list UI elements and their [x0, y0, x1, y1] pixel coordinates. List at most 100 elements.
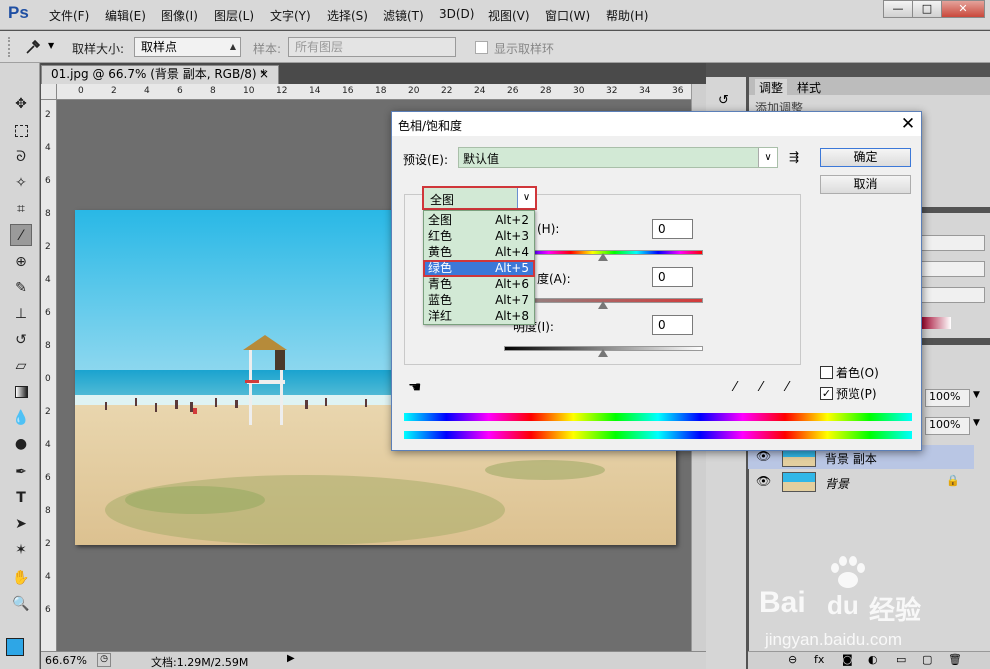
dropdown-item[interactable]: 洋红 Alt+8 [425, 308, 533, 324]
history-icon[interactable]: ↺ [718, 93, 729, 108]
menu-image[interactable]: 图像(I) [161, 7, 198, 24]
dropdown-item[interactable]: 全图 Alt+2 [425, 212, 533, 228]
chevron-down-icon[interactable]: ∨ [517, 188, 535, 208]
options-grip [8, 37, 20, 57]
eraser-tool-icon[interactable]: ▱ [10, 355, 32, 377]
chevron-down-icon[interactable]: ∨ [758, 148, 777, 167]
ok-button[interactable]: 确定 [820, 148, 911, 167]
gradient-tool-icon[interactable] [10, 381, 32, 403]
menu-layer[interactable]: 图层(L) [214, 7, 254, 24]
targeted-adjustment-hand-icon[interactable]: ☚ [408, 378, 421, 396]
eyedropper-tool-icon[interactable] [24, 39, 44, 55]
sample-select[interactable]: 所有图层 [288, 37, 456, 57]
foreground-color-swatch[interactable] [6, 638, 24, 656]
menu-3d[interactable]: 3D(D) [439, 7, 474, 21]
crop-tool-icon[interactable]: ⌗ [10, 198, 32, 220]
type-tool-icon[interactable]: T [10, 487, 32, 509]
ruler-tick-label: 4 [45, 275, 51, 285]
visibility-eye-icon[interactable]: 👁 [756, 449, 771, 463]
channel-select[interactable]: 全图 ∨ [422, 186, 537, 210]
dropdown-item-selected[interactable]: 绿色 Alt+5 [423, 260, 535, 277]
layer-name[interactable]: 背景 副本 [825, 450, 877, 467]
show-ring-checkbox[interactable] [475, 41, 488, 54]
preview-checkbox[interactable]: ✓ [820, 387, 833, 400]
tab-styles[interactable]: 样式 [793, 79, 825, 96]
move-tool-icon[interactable]: ✥ [10, 93, 32, 115]
opacity-field[interactable]: 100% [925, 389, 970, 407]
dropdown-item[interactable]: 红色 Alt+3 [425, 228, 533, 244]
saturation-input[interactable]: 0 [652, 267, 693, 287]
ruler-tick-label: 2 [45, 407, 51, 417]
document-tab[interactable]: 01.jpg @ 66.7% (背景 副本, RGB/8) * × [41, 65, 279, 84]
menu-view[interactable]: 视图(V) [488, 7, 530, 24]
menu-window[interactable]: 窗口(W) [545, 7, 590, 24]
fill-dropdown-icon[interactable]: ▼ [973, 418, 980, 428]
color-bar-top [404, 413, 912, 421]
shape-tool-icon[interactable]: ✶ [10, 539, 32, 561]
eyedropper-minus-icon[interactable]: ⁄ [786, 380, 788, 395]
ruler-tick-label: 24 [474, 86, 486, 96]
status-info-icon[interactable]: ◷ [97, 653, 111, 667]
layer-name[interactable]: 背景 [825, 475, 849, 492]
ruler-tick-label: 4 [144, 86, 150, 96]
dropdown-item[interactable]: 青色 Alt+6 [425, 276, 533, 292]
lightness-slider-thumb[interactable] [598, 349, 608, 357]
cancel-button[interactable]: 取消 [820, 175, 911, 194]
panel-field[interactable] [921, 235, 985, 251]
maximize-button[interactable]: □ [912, 0, 942, 18]
quick-selection-tool-icon[interactable]: ✧ [10, 172, 32, 194]
lasso-tool-icon[interactable]: ᘐ [10, 146, 32, 168]
menu-edit[interactable]: 编辑(E) [105, 7, 146, 24]
document-tab-label: 01.jpg @ 66.7% (背景 副本, RGB/8) * [51, 67, 267, 81]
zoom-tool-icon[interactable]: 🔍 [10, 593, 32, 615]
hue-slider-thumb[interactable] [598, 253, 608, 261]
lock-icon: 🔒 [946, 474, 960, 487]
path-selection-tool-icon[interactable]: ➤ [10, 513, 32, 535]
menu-type[interactable]: 文字(Y) [270, 7, 311, 24]
blur-tool-icon[interactable]: 💧 [10, 407, 32, 429]
preset-select[interactable]: 默认值 ∨ [458, 147, 778, 168]
brush-tool-icon[interactable]: ✎ [10, 277, 32, 299]
menu-file[interactable]: 文件(F) [49, 7, 89, 24]
pen-tool-icon[interactable]: ✒ [10, 461, 32, 483]
saturation-slider-thumb[interactable] [598, 301, 608, 309]
menu-help[interactable]: 帮助(H) [606, 7, 648, 24]
clone-stamp-tool-icon[interactable]: ⊥ [10, 303, 32, 325]
sample-size-select[interactable]: 取样点 ▲ [134, 37, 241, 57]
zoom-level[interactable]: 66.67% [45, 654, 87, 667]
menu-filter[interactable]: 滤镜(T) [383, 7, 424, 24]
opacity-dropdown-icon[interactable]: ▼ [973, 390, 980, 400]
menu-bar: Ps 文件(F) 编辑(E) 图像(I) 图层(L) 文字(Y) 选择(S) 滤… [0, 0, 990, 30]
ruler-tick-label: 0 [45, 374, 51, 384]
eyedropper-icon[interactable]: ⁄ [734, 380, 736, 395]
document-tab-close-icon[interactable]: × [259, 66, 269, 83]
fill-field[interactable]: 100% [925, 417, 970, 435]
marquee-tool-icon[interactable] [10, 120, 32, 142]
dropdown-item[interactable]: 黄色 Alt+4 [425, 244, 533, 260]
tool-preset-arrow-icon[interactable]: ▼ [48, 41, 54, 50]
lightness-input[interactable]: 0 [652, 315, 693, 335]
status-arrow-icon[interactable]: ▶ [287, 653, 295, 664]
hand-tool-icon[interactable]: ✋ [10, 567, 32, 589]
hue-input[interactable]: 0 [652, 219, 693, 239]
panel-field[interactable] [921, 287, 985, 303]
eyedropper-tool-icon[interactable]: ⁄ [10, 224, 32, 246]
healing-brush-tool-icon[interactable]: ⊕ [10, 251, 32, 273]
tab-adjustments[interactable]: 调整 [755, 79, 788, 96]
eyedropper-plus-icon[interactable]: ⁄ [760, 380, 762, 395]
history-brush-tool-icon[interactable]: ↺ [10, 329, 32, 351]
dodge-tool-icon[interactable]: ● [10, 433, 32, 455]
preset-options-icon[interactable]: ⇶ [789, 150, 799, 164]
ruler-vertical: 2 4 6 8 2 4 6 8 0 2 4 6 8 2 4 6 [41, 100, 57, 651]
dropdown-item[interactable]: 蓝色 Alt+7 [425, 292, 533, 308]
minimize-button[interactable]: — [883, 0, 913, 18]
dialog-close-icon[interactable]: ✕ [897, 113, 919, 135]
close-window-button[interactable]: ✕ [941, 0, 985, 18]
visibility-eye-icon[interactable]: 👁 [756, 474, 771, 488]
layer-row[interactable]: 👁 背景 🔒 [748, 470, 974, 494]
watermark-brand: Bai [759, 586, 806, 619]
menu-select[interactable]: 选择(S) [327, 7, 368, 24]
panel-field[interactable] [921, 261, 985, 277]
dialog-title: 色相/饱和度 [398, 119, 463, 133]
colorize-checkbox[interactable] [820, 366, 833, 379]
